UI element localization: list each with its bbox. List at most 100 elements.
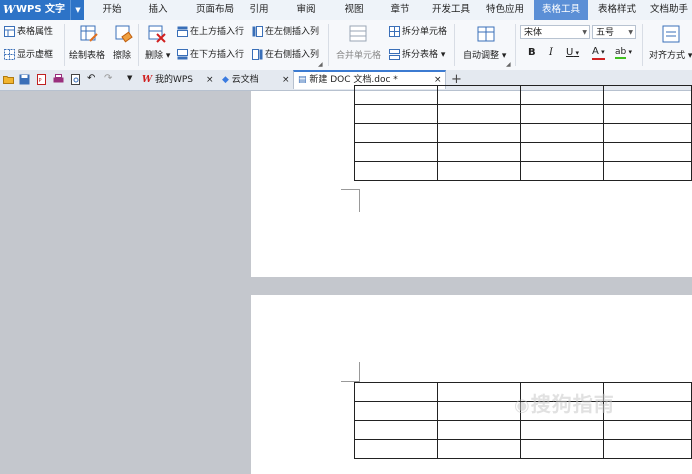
table-page-1[interactable] [353,85,692,181]
auto-fit-icon [477,26,495,42]
tab-home[interactable]: 开始 [92,0,132,20]
quick-access-dropdown-icon[interactable]: ▼ [127,74,132,82]
document-icon: ▤ [298,75,307,85]
redo-icon[interactable]: ↷ [104,73,112,84]
table-cell[interactable] [603,142,692,162]
ribbon-separator [515,24,516,66]
eraser-icon [115,25,133,43]
app-title: WPS 文字 [16,4,66,15]
bold-button[interactable]: B [528,47,536,58]
ribbon-separator [642,24,643,66]
wps-logo-icon: W [142,75,153,85]
table-cell[interactable] [520,142,605,162]
tab-cloud-docs[interactable]: ◆ 云文档 × [222,70,294,90]
table-cell[interactable] [520,104,605,124]
insert-column-right-icon [252,49,263,60]
margin-corner-mark [359,190,360,212]
tab-review[interactable]: 审阅 [286,0,326,20]
table-cell[interactable] [437,439,522,459]
table-cell[interactable] [437,161,522,181]
insert-column-right-label: 在右侧插入列 [265,50,320,60]
insert-row-above-button[interactable]: 在上方插入行 [177,24,244,37]
table-cell[interactable] [353,420,439,440]
tab-page-layout[interactable]: 页面布局 [186,0,244,20]
table-cell[interactable] [353,161,439,181]
tab-chapter[interactable]: 章节 [380,0,420,20]
close-icon[interactable]: × [206,70,214,90]
table-cell[interactable] [437,104,522,124]
underline-button[interactable]: U ▾ [566,47,579,58]
table-cell[interactable] [437,142,522,162]
table-dialog-launcher-icon[interactable]: ◢ [506,61,511,68]
table-cell[interactable] [603,104,692,124]
font-color-button[interactable]: A ▾ [592,46,605,60]
table-cell[interactable] [603,123,692,143]
table-cell[interactable] [353,123,439,143]
table-cell[interactable] [353,439,439,459]
show-gridlines-button[interactable]: 显示虚框 [4,47,53,60]
print-icon[interactable] [53,74,64,85]
insert-column-left-button[interactable]: 在左侧插入列 [252,24,319,37]
export-pdf-icon[interactable]: P [36,74,47,85]
insert-row-below-button[interactable]: 在下方插入行 [177,47,244,60]
table-cell[interactable] [520,439,605,459]
table-cell[interactable] [353,401,439,421]
table-cell[interactable] [353,104,439,124]
undo-icon[interactable]: ↶ [87,73,95,84]
table-cell[interactable] [437,420,522,440]
print-preview-icon[interactable] [70,74,81,85]
table-cell[interactable] [437,85,522,105]
table-cell[interactable] [437,401,522,421]
table-cell[interactable] [603,85,692,105]
tab-insert[interactable]: 插入 [138,0,178,20]
tab-table-styles[interactable]: 表格样式 [591,0,643,20]
table-cell[interactable] [603,401,692,421]
gridlines-icon [4,49,15,60]
table-row [353,104,692,124]
table-cell[interactable] [437,382,522,402]
rows-cols-dialog-launcher-icon[interactable]: ◢ [318,61,323,68]
table-cell[interactable] [603,382,692,402]
tab-my-wps[interactable]: W 我的WPS × [142,70,220,90]
font-name-select[interactable]: 宋体 ▼ [520,25,590,39]
chevron-down-icon: ▼ [628,29,633,36]
highlight-color-button[interactable]: ab ▾ [615,47,632,59]
table-row [353,123,692,143]
ribbon-separator [454,24,455,66]
split-table-icon [389,49,400,60]
merge-cells-icon [349,25,367,42]
close-icon[interactable]: × [282,70,290,90]
table-row [353,142,692,162]
table-cell[interactable] [520,85,605,105]
chevron-down-icon[interactable]: ▼ [70,0,85,20]
ribbon-separator [328,24,329,66]
tab-table-tools[interactable]: 表格工具 [534,0,588,20]
table-cell[interactable] [353,382,439,402]
insert-column-right-button[interactable]: 在右侧插入列 [252,47,319,60]
table-cell[interactable] [603,420,692,440]
highlighter-icon: ab [615,47,627,59]
tab-doc-assistant[interactable]: 文档助手 [650,0,692,20]
font-size-select[interactable]: 五号 ▼ [592,25,636,39]
table-cell[interactable] [520,420,605,440]
table-cell[interactable] [353,85,439,105]
save-icon[interactable] [19,74,30,85]
split-table-button[interactable]: 拆分表格 ▾ [389,47,445,60]
split-cells-button[interactable]: 拆分单元格 [389,24,447,37]
tab-developer[interactable]: 开发工具 [426,0,476,20]
tab-references[interactable]: 引用 [240,0,278,20]
table-cell[interactable] [603,439,692,459]
tab-view[interactable]: 视图 [334,0,374,20]
tab-special-apps[interactable]: 特色应用 [480,0,530,20]
table-properties-button[interactable]: 表格属性 [4,24,53,37]
table-cell[interactable] [520,161,605,181]
wps-app-menu-button[interactable]: W WPS 文字 ▼ [0,0,84,20]
table-cell[interactable] [353,142,439,162]
table-cell[interactable] [437,123,522,143]
font-size-value: 五号 [596,28,615,38]
open-folder-icon[interactable] [3,74,14,85]
table-cell[interactable] [520,123,605,143]
delete-label: 删除 ▾ [145,51,171,61]
table-cell[interactable] [603,161,692,181]
italic-button[interactable]: I [549,47,553,58]
